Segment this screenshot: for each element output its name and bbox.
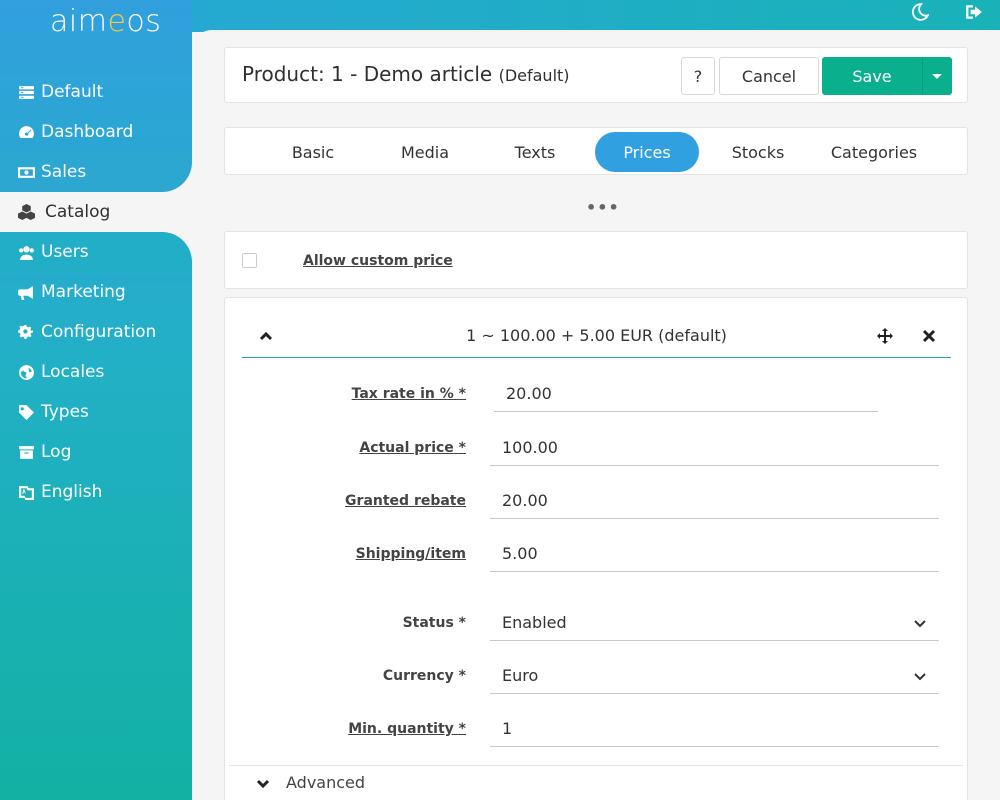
sidebar-item-users[interactable]: Users xyxy=(0,232,192,272)
sidebar-item-label: Dashboard xyxy=(41,122,134,142)
sidebar-item-log[interactable]: Log xyxy=(0,432,192,472)
cubes-icon xyxy=(16,203,36,221)
sidebar-item-label: Users xyxy=(41,242,89,262)
actual-price-label: Actual price * xyxy=(359,440,466,456)
list-icon xyxy=(16,83,36,101)
advanced-toggle[interactable]: Advanced xyxy=(229,765,963,800)
page-header: Product: 1 - Demo article (Default) ? Ca… xyxy=(224,47,968,103)
price-item-header[interactable]: 1 ~ 100.00 + 5.00 EUR (default) xyxy=(242,318,951,358)
chevron-down-icon xyxy=(913,615,927,629)
status-value: Enabled xyxy=(502,613,567,632)
advanced-label: Advanced xyxy=(286,773,366,792)
sidebar-item-label: Types xyxy=(41,402,89,422)
sidebar-item-label: Sales xyxy=(41,162,87,182)
money-icon xyxy=(16,163,36,181)
custom-price-section: Allow custom price xyxy=(224,231,968,289)
currency-value: Euro xyxy=(502,666,539,685)
sidebar-item-locales[interactable]: Locales xyxy=(0,352,192,392)
users-icon xyxy=(16,243,36,261)
aimeos-logo[interactable]: aimeos xyxy=(50,4,161,39)
shipping-input[interactable]: 5.00 xyxy=(490,536,939,572)
custom-price-checkbox[interactable] xyxy=(242,253,257,268)
chevron-down-icon xyxy=(255,776,271,792)
min-quantity-input[interactable]: 1 xyxy=(490,711,939,747)
sidebar-item-label: English xyxy=(41,482,103,502)
sidebar-item-catalog[interactable]: Catalog xyxy=(0,192,192,232)
tab-media[interactable]: Media xyxy=(381,132,469,172)
sidebar-item-types[interactable]: Types xyxy=(0,392,192,432)
tag-icon xyxy=(16,403,36,421)
gears-icon xyxy=(16,323,36,341)
more-options-icon[interactable]: ••• xyxy=(586,198,620,217)
sidebar-item-label: Configuration xyxy=(41,322,157,342)
price-summary: 1 ~ 100.00 + 5.00 EUR (default) xyxy=(466,326,727,345)
megaphone-icon xyxy=(16,283,36,301)
sidebar-item-label: Catalog xyxy=(45,202,111,222)
language-icon xyxy=(16,483,36,501)
currency-label: Currency * xyxy=(382,668,466,684)
gauge-icon xyxy=(16,123,36,141)
sidebar-item-marketing[interactable]: Marketing xyxy=(0,272,192,312)
tab-basic[interactable]: Basic xyxy=(269,132,357,172)
logout-icon[interactable] xyxy=(962,0,986,24)
granted-rebate-input[interactable]: 20.00 xyxy=(490,483,939,519)
caret-down-icon xyxy=(932,73,942,79)
sidebar-item-label: Locales xyxy=(41,362,105,382)
save-button[interactable]: Save xyxy=(822,57,922,95)
cancel-button[interactable]: Cancel xyxy=(719,57,819,95)
granted-rebate-label: Granted rebate xyxy=(345,493,466,509)
currency-select[interactable]: Euro xyxy=(490,658,939,694)
page-title: Product: 1 - Demo article (Default) xyxy=(242,62,570,86)
sidebar: aimeos Default Dashboard Sales Catalog U… xyxy=(0,0,192,800)
globe-icon xyxy=(16,363,36,381)
move-icon[interactable] xyxy=(875,326,895,346)
min-quantity-label: Min. quantity * xyxy=(348,721,466,737)
price-item: 1 ~ 100.00 + 5.00 EUR (default) Tax rate… xyxy=(224,297,968,800)
moon-icon[interactable] xyxy=(908,0,932,24)
sidebar-item-label: Marketing xyxy=(41,282,126,302)
actual-price-input[interactable]: 100.00 xyxy=(490,430,939,466)
tax-rate-input[interactable]: 20.00 xyxy=(494,376,878,412)
sidebar-item-default[interactable]: Default xyxy=(0,72,192,112)
tab-stocks[interactable]: Stocks xyxy=(713,132,803,172)
tab-categories[interactable]: Categories xyxy=(825,132,923,172)
sidebar-item-label: Log xyxy=(41,442,72,462)
close-icon[interactable] xyxy=(919,326,939,346)
archive-icon xyxy=(16,443,36,461)
shipping-label: Shipping/item xyxy=(355,546,466,562)
help-button[interactable]: ? xyxy=(681,57,715,95)
save-options-dropdown[interactable] xyxy=(922,57,952,95)
sidebar-item-sales[interactable]: Sales xyxy=(0,152,192,192)
top-bar xyxy=(192,0,1000,32)
tax-rate-label: Tax rate in % * xyxy=(351,386,466,402)
sidebar-item-configuration[interactable]: Configuration xyxy=(0,312,192,352)
custom-price-label: Allow custom price xyxy=(303,253,453,269)
status-label: Status * xyxy=(402,615,466,631)
status-select[interactable]: Enabled xyxy=(490,605,939,641)
tab-bar: Basic Media Texts Prices Stocks Categori… xyxy=(224,127,968,175)
chevron-down-icon xyxy=(913,668,927,682)
sidebar-item-label: Default xyxy=(41,82,104,102)
tab-texts[interactable]: Texts xyxy=(491,132,579,172)
sidebar-item-english[interactable]: English xyxy=(0,472,192,512)
sidebar-item-dashboard[interactable]: Dashboard xyxy=(0,112,192,152)
tab-prices[interactable]: Prices xyxy=(595,132,699,172)
